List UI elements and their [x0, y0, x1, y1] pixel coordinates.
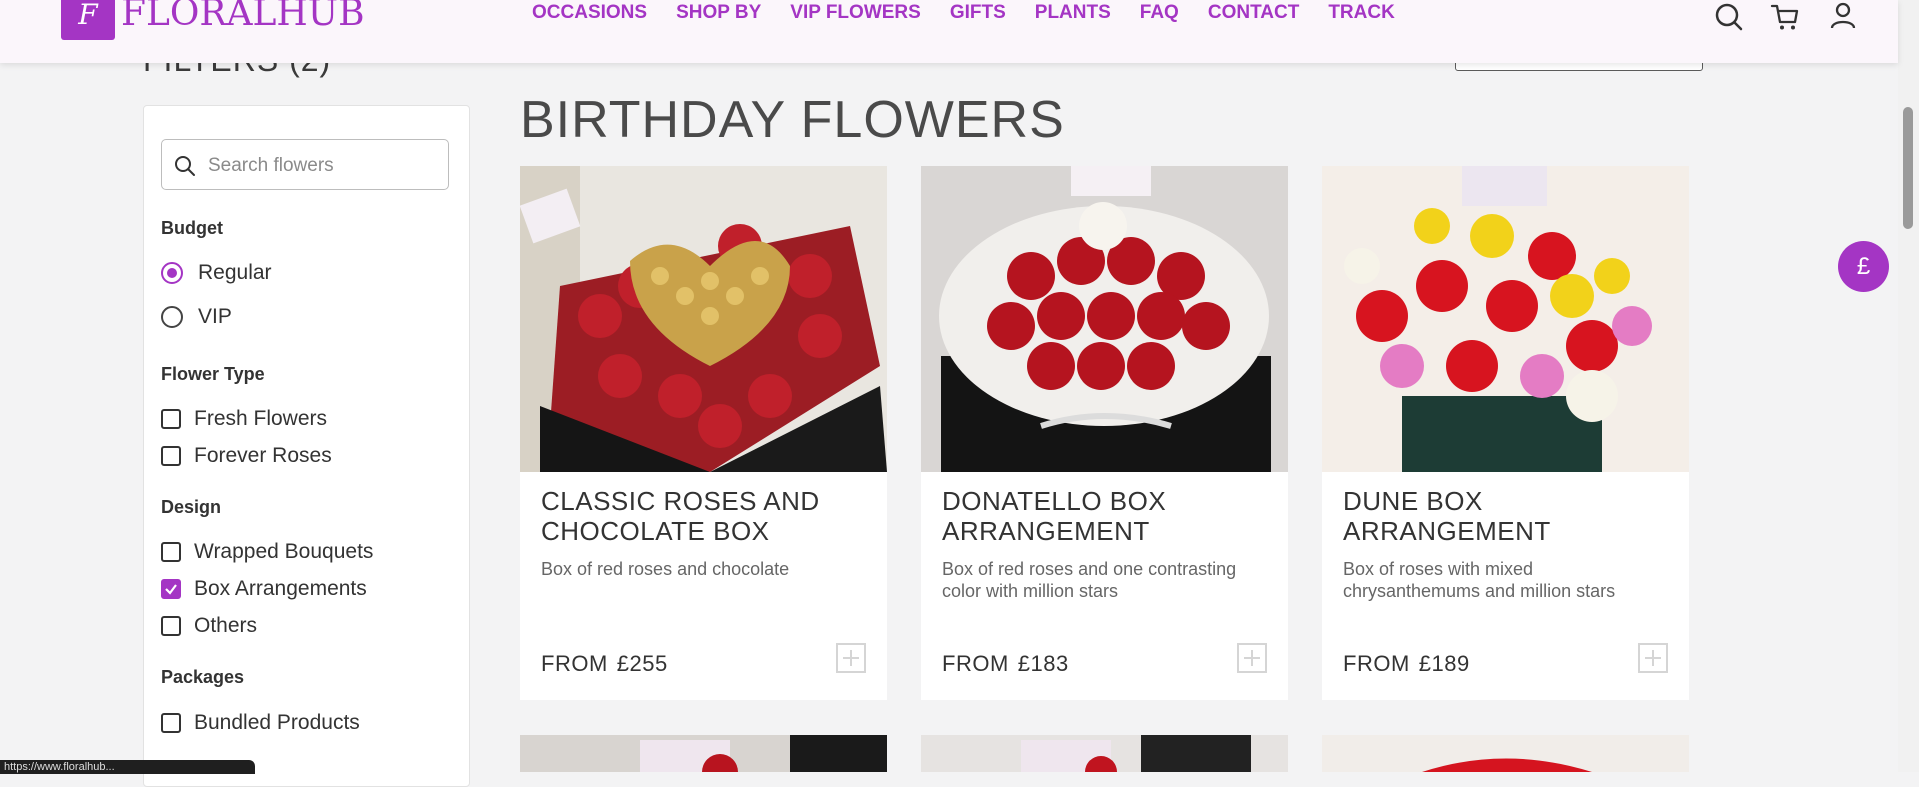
logo-mark: F [61, 0, 115, 40]
product-price: FROM £183 [942, 651, 1069, 677]
checkbox[interactable] [161, 713, 181, 733]
cart-icon[interactable] [1770, 2, 1800, 32]
forever-roses-option[interactable]: Forever Roses [161, 444, 332, 468]
product-image[interactable] [520, 166, 887, 472]
product-image[interactable] [1322, 166, 1689, 472]
checkbox[interactable] [161, 446, 181, 466]
search-field[interactable] [161, 139, 449, 190]
nav-track[interactable]: TRACK [1328, 0, 1395, 26]
flower-type-heading: Flower Type [161, 364, 265, 384]
currency-button[interactable]: £ [1838, 241, 1889, 292]
nav-vip-flowers[interactable]: VIP FLOWERS [790, 0, 921, 26]
nav-occasions[interactable]: OCCASIONS [532, 0, 647, 26]
budget-vip-option[interactable]: VIP [161, 305, 232, 329]
option-label: VIP [198, 305, 232, 328]
scrollbar-thumb[interactable] [1903, 107, 1913, 229]
price-value: £183 [1017, 651, 1069, 676]
product-description: Box of roses with mixed chrysanthemums a… [1343, 559, 1616, 601]
product-description: Box of red roses and one contrasting col… [942, 559, 1237, 601]
radio-selected[interactable] [161, 262, 183, 284]
option-label: Fresh Flowers [194, 407, 328, 430]
bundled-products-option[interactable]: Bundled Products [161, 711, 360, 735]
account-icon[interactable] [1828, 2, 1858, 32]
product-name[interactable]: DONATELLO BOX ARRANGEMENT [942, 486, 1272, 548]
budget-heading: Budget [161, 218, 223, 238]
add-to-cart-button[interactable] [1237, 643, 1267, 673]
add-to-cart-button[interactable] [836, 643, 866, 673]
product-price: FROM £255 [541, 651, 668, 677]
checkbox[interactable] [161, 616, 181, 636]
option-label: Others [194, 614, 258, 637]
product-image-peek[interactable] [921, 735, 1288, 772]
nav-plants[interactable]: PLANTS [1035, 0, 1111, 26]
design-heading: Design [161, 497, 222, 517]
option-label: Bundled Products [194, 711, 360, 734]
wrapped-bouquets-option[interactable]: Wrapped Bouquets [161, 540, 373, 564]
option-label: Forever Roses [194, 444, 332, 467]
option-label: Box Arrangements [194, 577, 367, 600]
product-card[interactable]: DONATELLO BOX ARRANGEMENT Box of red ros… [921, 166, 1288, 700]
search-icon [175, 156, 195, 176]
nav-shop-by[interactable]: SHOP BY [676, 0, 761, 26]
page-title: BIRTHDAY FLOWERS [520, 91, 1065, 149]
checkbox[interactable] [161, 409, 181, 429]
main-nav: OCCASIONS SHOP BY VIP FLOWERS GIFTS PLAN… [532, 0, 1424, 26]
price-prefix: FROM [541, 651, 608, 676]
product-name[interactable]: DUNE BOX ARRANGEMENT [1343, 486, 1673, 548]
option-label: Regular [198, 261, 272, 284]
price-prefix: FROM [1343, 651, 1410, 676]
others-option[interactable]: Others [161, 614, 257, 638]
product-name[interactable]: CLASSIC ROSES AND CHOCOLATE BOX ARRANGEM… [541, 486, 871, 548]
product-image[interactable] [921, 166, 1288, 472]
box-arrangements-option[interactable]: Box Arrangements [161, 577, 367, 601]
add-to-cart-button[interactable] [1638, 643, 1668, 673]
site-header: F FLORALHUB OCCASIONS SHOP BY VIP FLOWER… [0, 0, 1898, 63]
product-price: FROM £189 [1343, 651, 1470, 677]
product-image-peek[interactable] [520, 735, 887, 772]
product-card[interactable]: DUNE BOX ARRANGEMENT Box of roses with m… [1322, 166, 1689, 700]
product-image-peek[interactable] [1322, 735, 1689, 772]
checkmark-icon [165, 584, 177, 595]
nav-gifts[interactable]: GIFTS [950, 0, 1006, 26]
logo-text: FLORALHUB [121, 0, 365, 34]
option-label: Wrapped Bouquets [194, 540, 374, 563]
search-input[interactable] [206, 151, 440, 181]
price-prefix: FROM [942, 651, 1009, 676]
search-icon[interactable] [1714, 2, 1744, 32]
packages-heading: Packages [161, 667, 245, 687]
nav-faq[interactable]: FAQ [1140, 0, 1179, 26]
nav-contact[interactable]: CONTACT [1208, 0, 1299, 26]
checkbox[interactable] [161, 542, 181, 562]
fresh-flowers-option[interactable]: Fresh Flowers [161, 407, 327, 431]
checkbox-checked[interactable] [161, 579, 181, 599]
product-card[interactable]: CLASSIC ROSES AND CHOCOLATE BOX ARRANGEM… [520, 166, 887, 700]
filters-sidebar: Budget Regular VIP Flower Type Fresh Flo… [143, 105, 470, 787]
price-value: £255 [616, 651, 668, 676]
budget-regular-option[interactable]: Regular [161, 261, 272, 285]
brand-logo[interactable]: F FLORALHUB [61, 0, 365, 40]
product-description: Box of red roses and chocolate [541, 559, 790, 579]
price-value: £189 [1418, 651, 1470, 676]
radio-unselected[interactable] [161, 306, 183, 328]
